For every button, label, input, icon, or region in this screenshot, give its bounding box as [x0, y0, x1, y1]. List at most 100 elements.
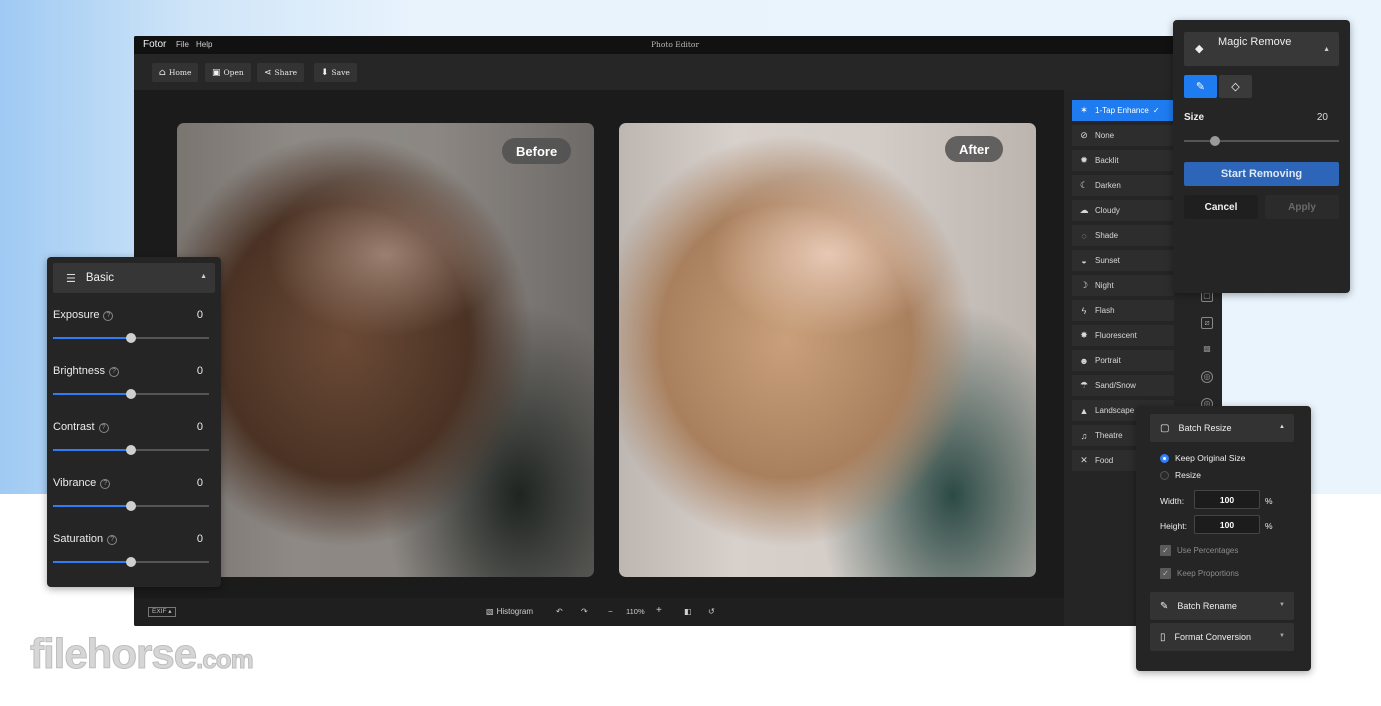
effect-item-portrait[interactable]: ☻ Portrait [1072, 350, 1174, 371]
adjust-value: 0 [196, 365, 203, 377]
eraser-tool-button[interactable]: ◇ [1219, 75, 1252, 98]
crop-tool-icon[interactable]: ⧄ [1201, 317, 1213, 329]
slider-handle[interactable] [126, 557, 136, 567]
keep-original-option[interactable]: Keep Original Size [1160, 453, 1245, 463]
zoom-in-icon[interactable]: + [656, 605, 662, 616]
effect-label: Shade [1095, 231, 1119, 240]
slider-handle[interactable] [126, 389, 136, 399]
histogram-button[interactable]: ▧ Histogram [486, 607, 533, 616]
batch-rename-header[interactable]: ✎ Batch Rename ▼ [1150, 592, 1294, 620]
redo-icon[interactable]: ↷ [581, 607, 588, 616]
keep-proportions-label: Keep Proportions [1177, 569, 1239, 578]
sunset-icon: ◒ [1081, 255, 1087, 266]
beach-icon: ☂ [1079, 380, 1089, 390]
open-button[interactable]: ▣ Open [205, 63, 251, 82]
batch-resize-title: Batch Resize [1178, 423, 1232, 433]
target-tool-icon[interactable]: ◎ [1201, 371, 1213, 383]
help-icon[interactable]: ? [100, 479, 111, 489]
effect-item-backlit[interactable]: ✹ Backlit [1072, 150, 1174, 171]
height-input[interactable]: 100 [1194, 515, 1260, 534]
save-label: Save [331, 68, 350, 77]
slider-handle[interactable] [126, 333, 136, 343]
adjust-exposure: Exposure? 0 [53, 309, 215, 365]
radio-unselected[interactable] [1160, 470, 1169, 480]
adjust-slider[interactable] [53, 501, 209, 511]
adjust-slider[interactable] [53, 557, 209, 567]
adjust-slider[interactable] [53, 389, 209, 399]
resize-option[interactable]: Resize [1160, 470, 1201, 480]
effect-item-shade[interactable]: ◌ Shade [1072, 225, 1174, 246]
effect-item-darken[interactable]: ☾ Darken [1072, 175, 1174, 196]
cancel-button[interactable]: Cancel [1184, 195, 1258, 219]
help-icon[interactable]: ? [107, 535, 118, 545]
share-button[interactable]: ⋖ Share [257, 63, 305, 82]
width-input[interactable]: 100 [1194, 490, 1260, 509]
help-icon[interactable]: ? [108, 367, 119, 377]
basic-panel-header[interactable]: ☰ Basic ▲ [53, 263, 215, 293]
help-icon[interactable]: ? [103, 311, 114, 321]
effect-label: Cloudy [1095, 206, 1120, 215]
checkbox-checked-icon[interactable]: ✓ [1160, 545, 1171, 556]
adjust-slider[interactable] [53, 333, 209, 343]
share-label: Share [274, 68, 298, 77]
batch-resize-header[interactable]: ▢ Batch Resize ▲ [1150, 414, 1294, 442]
download-icon: ⬇ [321, 67, 329, 78]
apply-button[interactable]: Apply [1265, 195, 1339, 219]
keep-proportions-option[interactable]: ✓ Keep Proportions [1160, 568, 1239, 579]
size-label: Size [1184, 112, 1205, 123]
adjust-label: Exposure? [53, 309, 114, 321]
home-button[interactable]: ⌂ Home [152, 63, 199, 82]
magic-remove-header[interactable]: ◆ Magic Remove ▲ [1184, 32, 1339, 66]
after-photo: After [619, 123, 1036, 577]
size-slider-handle[interactable] [1210, 136, 1220, 146]
effect-item-night[interactable]: ☽ Night [1072, 275, 1174, 296]
effect-item-none[interactable]: ⊘ None [1072, 125, 1174, 146]
help-icon[interactable]: ? [98, 423, 109, 433]
before-badge: Before [502, 138, 572, 164]
night-icon: ☽ [1079, 280, 1089, 290]
adjust-value: 0 [196, 477, 203, 489]
zoom-out-icon[interactable]: − [608, 607, 613, 616]
flash-icon: ϟ [1081, 305, 1087, 316]
zoom-level: 110% [626, 607, 645, 616]
effect-item-fluorescent[interactable]: ✸ Fluorescent [1072, 325, 1174, 346]
batch-panel: ▢ Batch Resize ▲ Keep Original Size Resi… [1136, 406, 1311, 671]
effect-item-1-tap-enhance[interactable]: ✶ 1-Tap Enhance ✓ [1072, 100, 1174, 121]
radio-selected[interactable] [1160, 453, 1169, 463]
pencil-icon: ✎ [1160, 600, 1169, 612]
reset-icon[interactable]: ↺ [708, 607, 715, 616]
width-label: Width: [1160, 496, 1185, 506]
size-slider[interactable] [1184, 136, 1339, 146]
caret-up-icon: ▲ [1279, 424, 1285, 430]
eraser-icon: ◆ [1195, 43, 1204, 55]
brush-tool-button[interactable]: ✎ [1184, 75, 1217, 98]
slider-fill [53, 561, 131, 563]
checkbox-checked-icon[interactable]: ✓ [1160, 568, 1171, 579]
texture-tool-icon[interactable]: ▩ [1201, 344, 1213, 356]
exif-button[interactable]: EXIF ▴ [148, 607, 176, 617]
effect-item-sand-snow[interactable]: ☂ Sand/Snow [1072, 375, 1174, 396]
effect-item-flash[interactable]: ϟ Flash [1072, 300, 1174, 321]
exif-label: EXIF [152, 608, 167, 615]
slider-handle[interactable] [126, 445, 136, 455]
adjust-label: Brightness? [53, 365, 119, 377]
adjust-slider[interactable] [53, 445, 209, 455]
magic-wand-icon: ✶ [1080, 105, 1088, 115]
slider-handle[interactable] [126, 501, 136, 511]
use-percentages-option[interactable]: ✓ Use Percentages [1160, 545, 1238, 556]
effect-item-cloudy[interactable]: ☁ Cloudy [1072, 200, 1174, 221]
start-removing-button[interactable]: Start Removing [1184, 162, 1339, 186]
caret-down-icon: ▼ [1279, 602, 1285, 608]
adjust-value: 0 [196, 421, 203, 433]
moon-icon: ☾ [1079, 180, 1089, 190]
sliders-icon: ☰ [66, 272, 76, 285]
format-conversion-header[interactable]: ▯ Format Conversion ▼ [1150, 623, 1294, 651]
home-label: Home [168, 68, 192, 77]
save-button[interactable]: ⬇ Save [314, 63, 357, 82]
compare-icon[interactable]: ◧ [684, 607, 692, 616]
filehorse-watermark: filehorse .com [29, 630, 254, 678]
undo-icon[interactable]: ↶ [556, 607, 563, 616]
effect-item-sunset[interactable]: ◒ Sunset [1072, 250, 1174, 271]
slider-fill [53, 337, 131, 339]
slider-fill [53, 393, 131, 395]
